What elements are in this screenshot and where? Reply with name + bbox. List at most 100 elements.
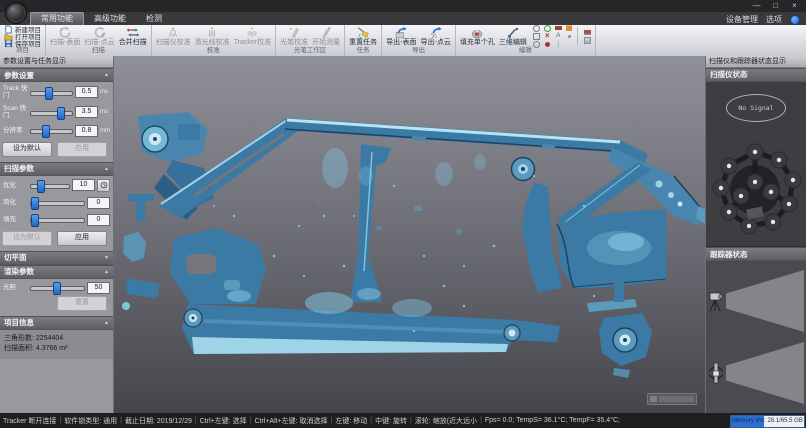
ribbon-group-project: 新建项目 打开项目 保存项目 项目: [0, 25, 46, 56]
options-menu[interactable]: 选项: [766, 14, 782, 25]
status-bar: Tracker 断开连接 | 软件锁类型: 通用 | 截止日期: 2019/12…: [0, 413, 806, 428]
annotate-icon[interactable]: A: [553, 32, 564, 40]
status-tracker-connection: Tracker 断开连接: [3, 416, 56, 426]
scan-shutter-row: Scan 快门 3.5 ms: [0, 102, 113, 122]
maximize-button[interactable]: □: [766, 0, 785, 12]
fill-slider[interactable]: [30, 214, 85, 225]
export-surface-button[interactable]: 导出-表面: [384, 25, 418, 47]
ribbon-group-label: 校准: [152, 47, 275, 55]
tab-inspection[interactable]: 检测: [136, 12, 172, 25]
edit-group-divider: [577, 27, 578, 45]
lighting-row: 光照 50: [0, 279, 113, 296]
ribbon-group-scan: 扫描-表面 扫描-点云 合并扫描 扫描: [46, 25, 152, 56]
scanner-status-body: No Signal: [706, 82, 806, 248]
scan-area-line: 扫描面积: 4.3766 m²: [4, 344, 109, 355]
set-default-button[interactable]: 设为默认: [2, 231, 52, 246]
right-panel-title: 扫描仪和跟踪器状态显示: [706, 56, 806, 68]
device-manager-menu[interactable]: 设备管理: [726, 14, 758, 25]
status-hint-rotate: 中键: 旋转: [375, 416, 407, 426]
mesh-tool-icon[interactable]: [582, 36, 593, 44]
resolution-slider[interactable]: [30, 125, 73, 136]
tracker-device-icon: [708, 361, 724, 385]
section-header-tracker-status[interactable]: 跟踪器状态: [706, 247, 806, 261]
fill-hole-icon: [470, 26, 484, 39]
clipboard-icon[interactable]: [564, 24, 575, 32]
tab-advanced-functions[interactable]: 高级功能: [84, 12, 136, 25]
ribbon-group-label: 导出: [382, 47, 455, 55]
status-hint-select: Ctrl+左键: 选择: [200, 416, 247, 426]
patch-tool-icon[interactable]: [582, 28, 593, 36]
merge-scans-button[interactable]: 合并扫描: [117, 25, 149, 47]
set-default-button[interactable]: 设为默认: [2, 142, 52, 157]
scan-shutter-value[interactable]: 3.5: [75, 106, 98, 118]
probe-calibration-icon: [287, 26, 301, 39]
apply-button[interactable]: 应用: [57, 142, 107, 157]
close-button[interactable]: ×: [785, 0, 804, 12]
scan-surface-icon: [58, 26, 72, 39]
minimize-button[interactable]: —: [747, 0, 766, 12]
optimize-row: 优化 10: [0, 176, 113, 194]
section-header-scan-params[interactable]: 扫描参数 ▲: [0, 162, 113, 176]
decimate-slider[interactable]: [30, 197, 85, 208]
application-window: — □ × 常用功能 高级功能 检测 设备管理 选项 新建项目: [0, 0, 806, 428]
save-project-button[interactable]: 保存项目: [2, 40, 43, 47]
optimize-value[interactable]: 10: [72, 179, 95, 191]
edit-tools-grid-2: [582, 28, 593, 44]
lasso-select-icon[interactable]: [531, 24, 542, 32]
fill-row: 填充 0: [0, 211, 113, 228]
section-header-render-params[interactable]: 渲染参数 ▲: [0, 265, 113, 279]
start-measure-button[interactable]: 开始测量: [310, 25, 342, 47]
ribbon-group-label: 扫描: [46, 47, 151, 55]
probe-calibration-button[interactable]: 光笔校准: [278, 25, 310, 47]
reset-render-button[interactable]: 重置: [57, 296, 107, 311]
lighting-value[interactable]: 50: [87, 282, 110, 294]
app-menu-button[interactable]: [5, 2, 27, 24]
fill-hole-button[interactable]: 填充单个孔: [458, 25, 497, 47]
track-shutter-slider[interactable]: [30, 87, 73, 98]
scan-surface-button[interactable]: 扫描-表面: [48, 25, 82, 47]
help-icon[interactable]: [790, 15, 800, 25]
tracker-fov-top: [726, 270, 804, 332]
delete-selection-icon[interactable]: ×: [542, 32, 553, 40]
section-header-project-info[interactable]: 项目信息 ▲: [0, 316, 113, 330]
reset-task-button[interactable]: 重置任务: [347, 25, 379, 47]
optimize-auto-button[interactable]: [97, 179, 110, 192]
decimate-row: 简化 0: [0, 194, 113, 211]
merge-scans-icon: [126, 26, 140, 39]
tracker-camera-icon: [708, 289, 724, 313]
decimate-value[interactable]: 0: [87, 197, 110, 209]
section-header-clip-plane[interactable]: 切平面 ▼: [0, 251, 113, 265]
lighting-slider[interactable]: [30, 282, 85, 293]
ribbon-group-label: 编辑: [456, 47, 595, 55]
expand-icon: ▼: [104, 255, 109, 261]
reset-task-icon: [356, 26, 370, 39]
collapse-icon: ▲: [104, 269, 109, 275]
tracker-top-view: [708, 265, 804, 337]
memory-usage-indicator: Memory 9%: 28.1/65.5 GB: [730, 415, 805, 428]
collapse-icon: ▲: [104, 72, 109, 78]
section-header-parameters[interactable]: 参数设置 ▲: [0, 68, 113, 82]
optimize-slider[interactable]: [30, 180, 70, 191]
section-header-scanner-status[interactable]: 扫描仪状态: [706, 68, 806, 82]
ribbon-group-label: 任务: [345, 47, 381, 55]
scan-pointcloud-button[interactable]: 扫描-点云: [82, 25, 116, 47]
tracker-target-graphic: [707, 128, 803, 248]
export-pointcloud-icon: [429, 26, 443, 39]
edit-3d-button[interactable]: 三维编辑: [497, 25, 529, 47]
resolution-value[interactable]: 0.8: [75, 125, 98, 137]
scan-shutter-slider[interactable]: [30, 107, 73, 118]
export-pointcloud-button[interactable]: 导出-点云: [419, 25, 453, 47]
title-bar: — □ ×: [0, 0, 806, 12]
ribbon-tab-row: 常用功能 高级功能 检测 设备管理 选项: [0, 12, 806, 25]
erase-selection-icon[interactable]: [553, 24, 564, 32]
laser-calibration-button[interactable]: 激光线校准: [193, 25, 232, 47]
apply-button[interactable]: 应用: [57, 231, 107, 246]
viewport-3d[interactable]: [114, 56, 705, 413]
scanner-calibration-button[interactable]: 扫描仪校准: [154, 25, 193, 47]
ribbon-group-label: 光笔工作区: [276, 47, 344, 55]
fill-value[interactable]: 0: [87, 214, 110, 226]
track-shutter-value[interactable]: 0.5: [75, 86, 98, 98]
tracker-calibration-button[interactable]: Tracker校准: [232, 25, 273, 47]
point-tool-icon[interactable]: [564, 32, 575, 40]
rect-select-icon[interactable]: [531, 32, 542, 40]
